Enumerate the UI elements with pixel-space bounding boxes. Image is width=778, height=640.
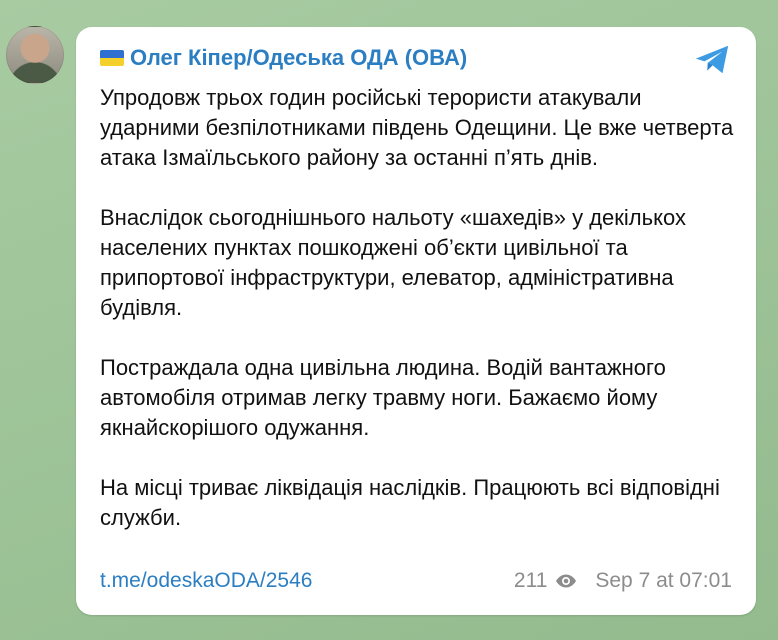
telegram-icon[interactable]	[694, 43, 732, 77]
message-paragraph: Постраждала одна цивільна людина. Водій …	[100, 355, 666, 440]
message-paragraph: На місці триває ліквідація наслідків. Пр…	[100, 475, 720, 530]
ukraine-flag-icon	[100, 50, 124, 66]
message-date: Sep 7 at 07:01	[595, 569, 732, 592]
view-count: 211	[513, 569, 548, 592]
channel-name[interactable]: Олег Кіпер/Одеська ОДА (ОВА)	[130, 45, 467, 71]
message-footer: t.me/odeskaODA/2546 211 Sep 7 at 07:01	[100, 567, 732, 595]
message-meta: 211 Sep 7 at 07:01	[514, 569, 732, 593]
message-paragraph: Упродовж трьох годин російські терористи…	[100, 85, 734, 170]
channel-avatar[interactable]	[6, 26, 64, 84]
eye-icon	[556, 574, 577, 588]
message-header: Олег Кіпер/Одеська ОДА (ОВА)	[100, 45, 467, 71]
message-card: Олег Кіпер/Одеська ОДА (ОВА) Упродовж тр…	[76, 27, 756, 615]
message-body: Упродовж трьох годин російські терористи…	[100, 83, 740, 533]
post-link[interactable]: t.me/odeskaODA/2546	[100, 569, 312, 593]
message-paragraph: Внаслідок сьогоднішнього нальоту «шахеді…	[100, 205, 686, 320]
